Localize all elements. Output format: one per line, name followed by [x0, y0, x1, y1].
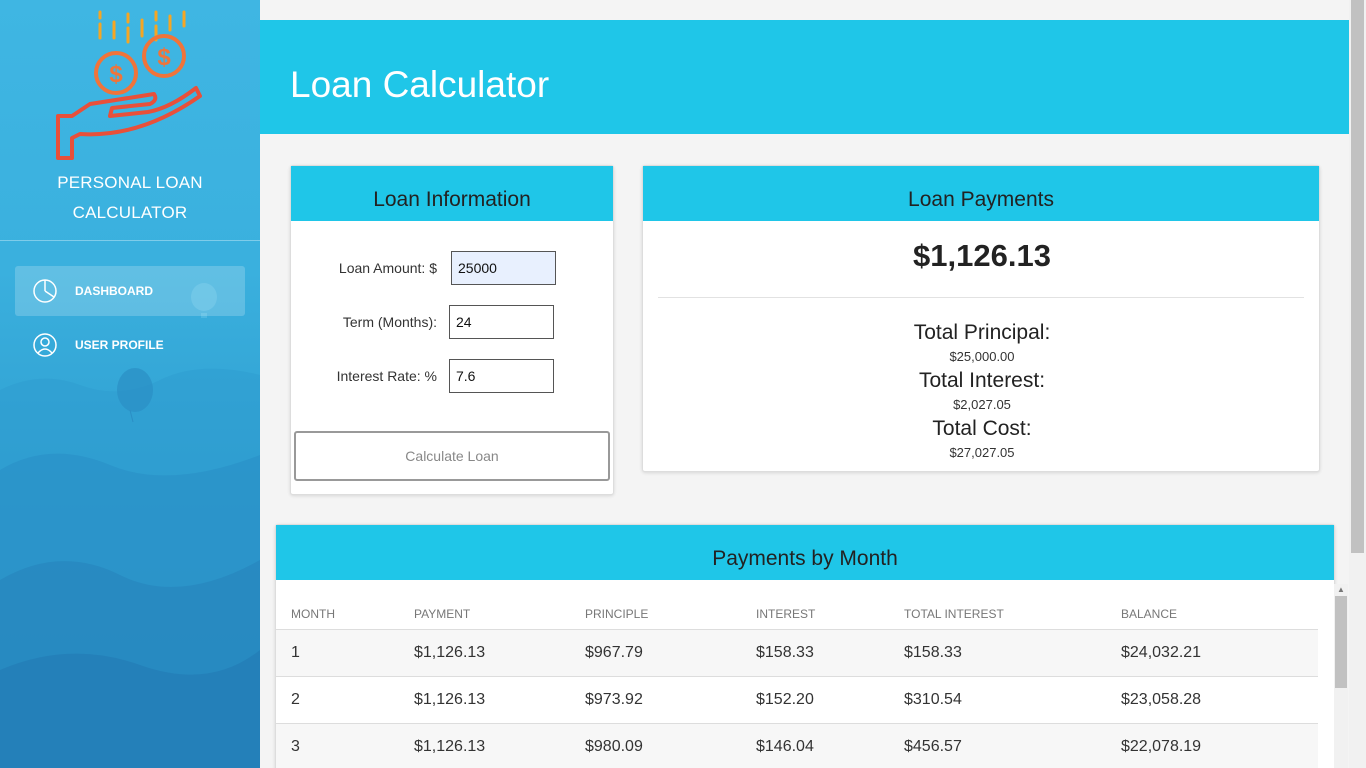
scroll-up-arrow-icon[interactable]: ▲: [1334, 584, 1348, 596]
loan-information-title: Loan Information: [291, 166, 613, 221]
term-label: Term (Months):: [342, 314, 437, 330]
sidebar: $ $ PERSONAL LOAN CALCULATOR DASHBOARD U…: [0, 0, 260, 768]
payments-table: MONTH PAYMENT PRINCIPLE INTEREST TOTAL I…: [276, 603, 1318, 768]
user-icon: [33, 333, 57, 357]
page-header: Loan Calculator: [260, 20, 1349, 134]
cell-principle: $973.92: [585, 676, 756, 724]
cell-principle: $980.09: [585, 723, 756, 768]
cell-total-interest: $158.33: [904, 629, 1121, 677]
cell-month: 2: [276, 676, 414, 724]
term-row: Term (Months):: [291, 305, 615, 339]
interest-rate-input[interactable]: [449, 359, 554, 393]
loan-amount-row: Loan Amount: $: [291, 251, 615, 285]
loan-payments-title: Loan Payments: [643, 166, 1319, 221]
column-header-payment[interactable]: PAYMENT: [414, 603, 585, 630]
nav-label-dashboard: DASHBOARD: [75, 284, 153, 298]
nav-label-user-profile: USER PROFILE: [75, 338, 164, 352]
total-principal-value: $25,000.00: [949, 349, 1015, 364]
cell-interest: $158.33: [756, 629, 904, 677]
coins-hand-logo: $ $: [56, 10, 202, 160]
cell-interest: $152.20: [756, 676, 904, 724]
brand-line-1: PERSONAL LOAN: [57, 173, 203, 192]
table-scrollbar[interactable]: ▲: [1334, 584, 1348, 768]
column-header-total-interest[interactable]: TOTAL INTEREST: [904, 603, 1121, 630]
column-header-month[interactable]: MONTH: [276, 603, 414, 630]
nav-item-dashboard[interactable]: DASHBOARD: [15, 266, 245, 316]
total-interest-value: $2,027.05: [953, 397, 1011, 412]
table-row: 1 $1,126.13 $967.79 $158.33 $158.33 $24,…: [276, 629, 1318, 677]
nav-item-user-profile[interactable]: USER PROFILE: [15, 320, 245, 370]
cell-payment: $1,126.13: [414, 723, 585, 768]
pie-chart-icon: [33, 279, 57, 303]
page-scrollbar-thumb[interactable]: [1351, 0, 1364, 553]
cell-balance: $24,032.21: [1121, 629, 1318, 677]
svg-text:$: $: [109, 61, 123, 88]
loan-amount-input[interactable]: [451, 251, 556, 285]
cell-interest: $146.04: [756, 723, 904, 768]
cell-payment: $1,126.13: [414, 629, 585, 677]
table-row: 3 $1,126.13 $980.09 $146.04 $456.57 $22,…: [276, 723, 1318, 768]
total-principal-label: Total Principal:: [913, 321, 1051, 344]
total-cost-label: Total Cost:: [932, 417, 1032, 440]
column-header-interest[interactable]: INTEREST: [756, 603, 904, 630]
payments-divider: [658, 297, 1304, 298]
loan-information-card: Loan Information Loan Amount: $ Term (Mo…: [290, 165, 614, 495]
sidebar-divider: [0, 240, 260, 241]
landscape-background: [0, 368, 260, 768]
payments-by-month-card: Payments by Month MONTH PAYMENT PRINCIPL…: [275, 524, 1335, 768]
table-row: 2 $1,126.13 $973.92 $152.20 $310.54 $23,…: [276, 676, 1318, 724]
loan-payments-card: Loan Payments $1,126.13 Total Principal:…: [642, 165, 1320, 472]
interest-rate-label: Interest Rate: %: [336, 368, 437, 384]
payments-by-month-title: Payments by Month: [276, 525, 1334, 580]
brand-line-2: CALCULATOR: [72, 203, 188, 222]
cell-total-interest: $456.57: [904, 723, 1121, 768]
cell-balance: $22,078.19: [1121, 723, 1318, 768]
monthly-payment-value: $1,126.13: [913, 238, 1051, 273]
loan-amount-label: Loan Amount: $: [338, 260, 437, 276]
cell-month: 1: [276, 629, 414, 677]
table-scrollbar-thumb[interactable]: [1335, 596, 1347, 688]
calculate-loan-button[interactable]: Calculate Loan: [294, 431, 610, 481]
term-input[interactable]: [449, 305, 554, 339]
page-scrollbar[interactable]: [1349, 0, 1366, 768]
cell-month: 3: [276, 723, 414, 768]
column-header-balance[interactable]: BALANCE: [1121, 603, 1318, 630]
brand-name: PERSONAL LOAN CALCULATOR: [0, 168, 260, 228]
interest-rate-row: Interest Rate: %: [291, 359, 615, 393]
cell-principle: $967.79: [585, 629, 756, 677]
column-header-principle[interactable]: PRINCIPLE: [585, 603, 756, 630]
cell-balance: $23,058.28: [1121, 676, 1318, 724]
table-header-row: MONTH PAYMENT PRINCIPLE INTEREST TOTAL I…: [276, 603, 1318, 630]
total-cost-value: $27,027.05: [949, 445, 1015, 460]
svg-text:$: $: [157, 44, 171, 71]
page-title: Loan Calculator: [290, 64, 550, 105]
cell-payment: $1,126.13: [414, 676, 585, 724]
loan-totals: Total Principal: $25,000.00 Total Intere…: [643, 322, 1321, 466]
cell-total-interest: $310.54: [904, 676, 1121, 724]
total-interest-label: Total Interest:: [918, 369, 1046, 392]
